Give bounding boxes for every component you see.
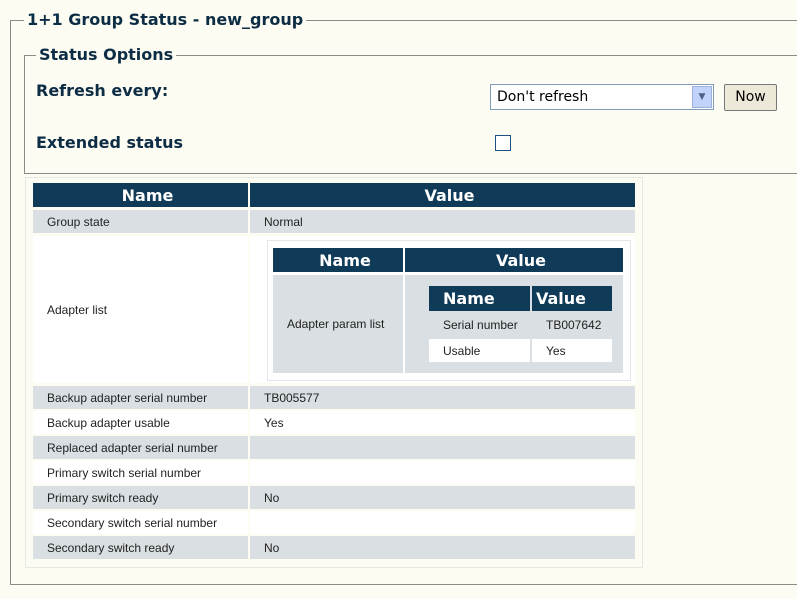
status-options-fieldset (24, 55, 797, 174)
param-header-value: Value (532, 286, 612, 311)
row-name: Primary switch serial number (33, 461, 248, 484)
adapter-header-name: Name (273, 248, 403, 272)
refresh-label: Refresh every: (36, 81, 169, 100)
row-name: Group state (33, 210, 248, 233)
row-value (250, 511, 635, 534)
page-title: 1+1 Group Status - new_group (24, 10, 307, 29)
refresh-select[interactable]: Don't refresh ▼ (490, 84, 714, 110)
param-header-name: Name (429, 286, 530, 311)
status-options-legend: Status Options (36, 45, 177, 64)
row-value (250, 461, 635, 484)
row-value: No (250, 486, 635, 509)
header-value: Value (250, 183, 635, 207)
refresh-value: Don't refresh (497, 89, 589, 105)
row-value (250, 436, 635, 459)
row-name: Adapter list (33, 236, 248, 383)
header-name: Name (33, 183, 248, 207)
row-name: Primary switch ready (33, 486, 248, 509)
row-value: TB005577 (250, 386, 635, 409)
param-name: Serial number (429, 313, 530, 337)
param-name: Usable (429, 339, 530, 362)
adapter-param-list-label: Adapter param list (273, 275, 403, 373)
param-value: TB007642 (532, 313, 612, 337)
row-value: Normal (250, 210, 635, 233)
adapter-header-value: Value (405, 248, 623, 272)
extended-status-checkbox[interactable] (495, 135, 511, 151)
row-value: No (250, 536, 635, 559)
row-name: Backup adapter usable (33, 411, 248, 434)
chevron-down-icon[interactable]: ▼ (692, 86, 712, 108)
row-name: Replaced adapter serial number (33, 436, 248, 459)
extended-status-label: Extended status (36, 133, 183, 152)
row-name: Secondary switch serial number (33, 511, 248, 534)
row-name: Secondary switch ready (33, 536, 248, 559)
row-name: Backup adapter serial number (33, 386, 248, 409)
refresh-now-button[interactable]: Now (724, 84, 777, 111)
param-value: Yes (532, 339, 612, 362)
row-value: Yes (250, 411, 635, 434)
